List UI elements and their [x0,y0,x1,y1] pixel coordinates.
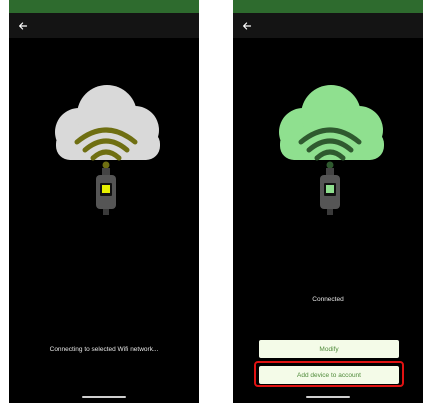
modify-button[interactable]: Modify [259,340,399,358]
phone-screen-connecting: Connecting to selected Wifi network... [9,0,199,403]
arrow-left-icon [243,22,252,30]
cloud-icon [279,85,384,160]
connection-status-text: Connected [312,296,344,303]
phone-screen-connected: Connected Modify Add device to account [233,0,423,403]
top-app-bar [9,13,199,38]
cloud-icon [55,85,160,160]
connection-status-text: Connecting to selected Wifi network... [49,346,159,353]
arrow-left-icon [19,22,28,30]
sensor-device-icon [96,168,116,215]
home-indicator [306,396,350,398]
top-app-bar [233,13,423,38]
back-button[interactable] [12,15,34,37]
cloud-wifi-device-illustration [55,85,160,215]
status-bar [233,0,423,13]
sensor-device-icon [320,168,340,215]
add-device-to-account-button[interactable]: Add device to account [259,366,399,384]
back-button[interactable] [236,15,258,37]
home-indicator [82,396,126,398]
status-bar [9,0,199,13]
cloud-wifi-device-illustration [279,85,384,215]
